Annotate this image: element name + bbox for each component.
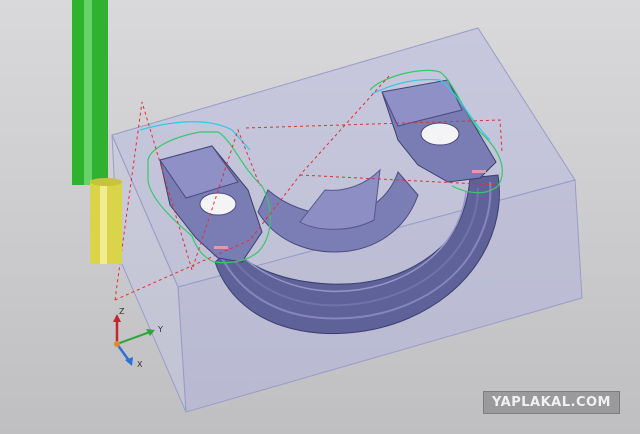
- part-accent-left: [214, 246, 228, 249]
- triad-y-axis: [116, 331, 151, 345]
- triad-z-label: Z: [119, 307, 125, 316]
- cutting-tool: [72, 0, 122, 264]
- tool-shaft-highlight: [84, 0, 92, 185]
- part-right-bolt-hole: [420, 122, 460, 146]
- triad-origin: [114, 341, 120, 347]
- part-accent-right: [472, 170, 486, 173]
- cam-3d-viewport[interactable]: Z Y X: [0, 0, 640, 434]
- watermark-logo: YAPLAKAL.COM: [483, 391, 620, 414]
- triad-x-label: X: [137, 360, 143, 369]
- triad-y-label: Y: [157, 325, 163, 334]
- tool-holder-top: [90, 178, 122, 186]
- part-left-bolt-hole: [199, 192, 237, 216]
- tool-holder-highlight: [100, 180, 107, 264]
